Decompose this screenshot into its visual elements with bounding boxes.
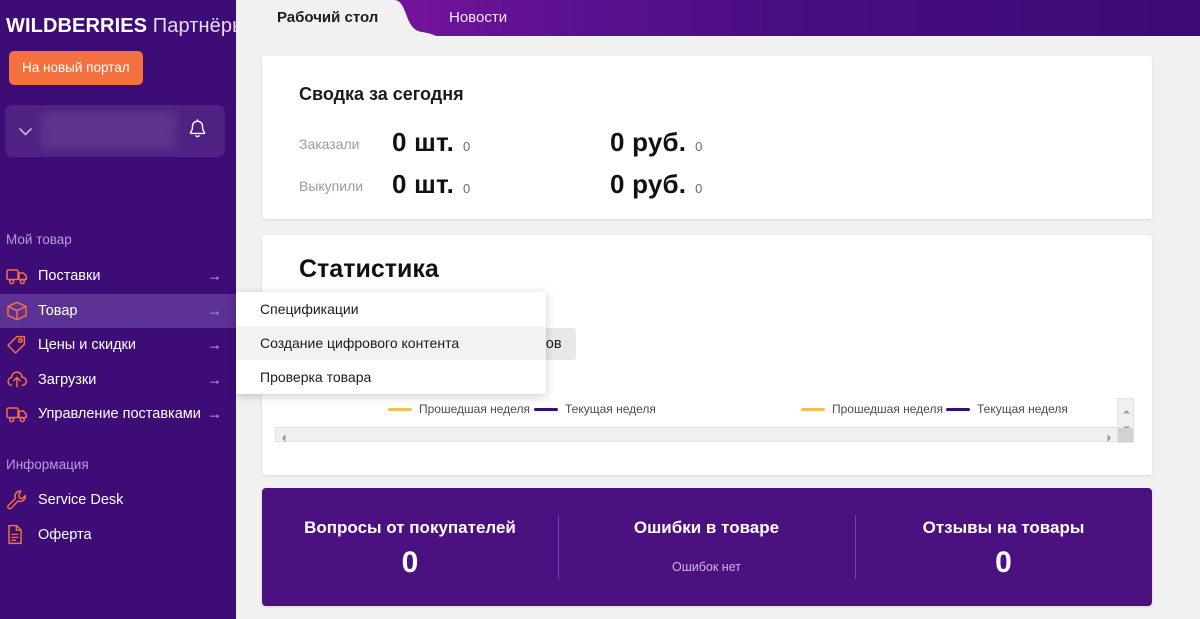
bottom-stat-errors[interactable]: Ошибки в товаре Ошибок нет: [558, 488, 855, 606]
summary-money-sub: 0: [695, 139, 703, 154]
dropdown-menu: Спецификации Создание цифрового контента…: [236, 292, 546, 394]
arrow-right-icon: →: [207, 405, 222, 423]
summary-row-label: Выкупили: [299, 178, 364, 194]
bottom-stat-value: 0: [401, 546, 419, 579]
arrow-right-icon: →: [207, 302, 222, 320]
legend-label: Текущая неделя: [977, 402, 1068, 416]
box-icon: [6, 300, 32, 322]
summary-qty-sub: 0: [463, 139, 471, 154]
sidebar: WILDBERRIES Партнёры На новый портал Мой…: [0, 0, 236, 619]
summary-row-label: Заказали: [299, 136, 360, 152]
sidebar-nav-informaciya: Service Desk Оферта: [0, 482, 236, 552]
vertical-scrollbar-thumb[interactable]: [1118, 428, 1133, 442]
app-root: WILDBERRIES Партнёры На новый портал Мой…: [0, 0, 1200, 619]
legend-item-last-week-right: Прошедшая неделя: [801, 402, 943, 416]
sidebar-nav-mytovar: Поставки → Товар → Цены и скидки → Загру…: [0, 259, 236, 432]
summary-qty-sub: 0: [463, 181, 471, 196]
legend-label: Текущая неделя: [565, 402, 656, 416]
legend-swatch: [946, 407, 970, 411]
legend-item-current-week-right: Текущая неделя: [946, 402, 1068, 416]
brand-logo[interactable]: WILDBERRIES Партнёры: [0, 0, 236, 38]
account-name-redacted: [41, 113, 176, 149]
brand-name: WILDBERRIES: [6, 15, 148, 37]
summary-money-cell: 0 руб. 0: [610, 169, 702, 200]
sidebar-item-label: Поставки: [38, 268, 101, 285]
summary-qty-cell: 0 шт. 0: [392, 169, 470, 200]
tab-novosti[interactable]: Новости: [449, 9, 507, 26]
brand-suffix: Партнёры: [152, 15, 236, 37]
legend-item-current-week-left: Текущая неделя: [534, 402, 656, 416]
tab-rabochiy-stol[interactable]: Рабочий стол: [277, 9, 378, 26]
sidebar-item-label: Цены и скидки: [38, 337, 136, 354]
bell-icon[interactable]: [188, 119, 207, 145]
bottom-stat-heading: Вопросы от покупателей: [304, 518, 516, 537]
dropdown-item-sozdanie-cifrovogo-kontenta[interactable]: Создание цифрового контента: [236, 326, 546, 360]
sidebar-item-service-desk[interactable]: Service Desk: [0, 482, 236, 517]
scroll-left-arrow-icon[interactable]: [279, 430, 289, 442]
horizontal-scrollbar[interactable]: [275, 427, 1118, 442]
bottom-stats-card: Вопросы от покупателей 0 Ошибки в товаре…: [262, 488, 1152, 606]
cloud-upload-icon: [6, 369, 32, 391]
chevron-down-icon: [19, 123, 32, 136]
scroll-right-arrow-icon[interactable]: [1104, 430, 1114, 442]
arrow-right-icon: →: [207, 371, 222, 389]
sidebar-item-label: Оферта: [38, 526, 92, 543]
sidebar-item-postavki[interactable]: Поставки →: [0, 259, 236, 294]
legend-item-last-week-left: Прошедшая неделя: [388, 402, 530, 416]
vertical-scrollbar[interactable]: [1117, 398, 1134, 443]
bottom-stat-note: Ошибок нет: [672, 560, 741, 574]
sidebar-section-title-informaciya: Информация: [6, 457, 89, 472]
sidebar-item-oferta[interactable]: Оферта: [0, 517, 236, 552]
new-portal-button[interactable]: На новый портал: [9, 51, 143, 85]
summary-row-ordered: Заказали 0 шт. 0 0 руб. 0: [262, 127, 1152, 161]
arrow-right-icon: →: [207, 336, 222, 354]
legend-swatch: [534, 407, 558, 411]
dropdown-item-specifikacii[interactable]: Спецификации: [236, 292, 546, 326]
bottom-stat-value: 0: [995, 546, 1012, 579]
legend-label: Прошедшая неделя: [419, 402, 530, 416]
summary-card: Сводка за сегодня Заказали 0 шт. 0 0 руб…: [262, 56, 1152, 219]
statistics-title: Статистика: [299, 255, 439, 283]
summary-row-purchased: Выкупили 0 шт. 0 0 руб. 0: [262, 169, 1152, 203]
truck-icon: [6, 403, 32, 425]
bottom-stat-heading: Ошибки в товаре: [633, 518, 780, 537]
summary-qty-cell: 0 шт. 0: [392, 127, 470, 158]
legend-label: Прошедшая неделя: [832, 402, 943, 416]
summary-money-cell: 0 руб. 0: [610, 127, 702, 158]
summary-title: Сводка за сегодня: [299, 84, 464, 104]
account-panel[interactable]: [5, 105, 225, 157]
summary-qty-value: 0 шт.: [392, 169, 455, 199]
wrench-icon: [6, 489, 32, 511]
summary-money-sub: 0: [695, 181, 703, 196]
dropdown-item-proverka-tovara[interactable]: Проверка товара: [236, 360, 546, 394]
bottom-stat-reviews[interactable]: Отзывы на товары 0: [855, 488, 1152, 606]
bottom-stat-heading: Отзывы на товары: [922, 518, 1085, 537]
summary-money-value: 0 руб.: [610, 127, 687, 157]
sidebar-item-ceny-i-skidki[interactable]: Цены и скидки →: [0, 328, 236, 363]
sidebar-item-label: Управление поставками: [38, 406, 201, 423]
sidebar-item-zagruzki[interactable]: Загрузки →: [0, 363, 236, 398]
arrow-right-icon: →: [207, 267, 222, 285]
sidebar-item-label: Загрузки: [38, 371, 97, 388]
legend-swatch: [801, 407, 825, 411]
sidebar-item-label: Товар: [38, 302, 78, 319]
sidebar-item-upravlenie-postavkami[interactable]: Управление поставками →: [0, 397, 236, 432]
sidebar-item-tovar[interactable]: Товар →: [0, 293, 236, 328]
tag-icon: [6, 334, 32, 356]
sidebar-item-label: Service Desk: [38, 491, 124, 508]
scroll-up-arrow-icon[interactable]: [1122, 403, 1131, 414]
tab-bar: Рабочий стол Новости: [236, 0, 1200, 36]
sidebar-section-title-mytovar: Мой товар: [6, 232, 72, 247]
truck-icon: [6, 265, 32, 287]
summary-money-value: 0 руб.: [610, 169, 687, 199]
bottom-stat-questions[interactable]: Вопросы от покупателей 0: [262, 488, 558, 606]
legend-swatch: [388, 407, 412, 411]
document-icon: [6, 524, 32, 546]
summary-qty-value: 0 шт.: [392, 127, 455, 157]
